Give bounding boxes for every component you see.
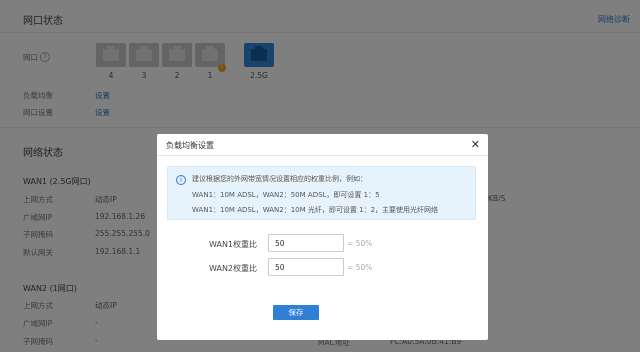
wan2-weight-label: WAN2权重比 <box>209 264 258 273</box>
info-line: 建议根据您的外网带宽情况设置相应的权重比例，例如： <box>192 175 367 183</box>
info-line: WAN1：10M ADSL，WAN2：10M 光纤，即可设置 1：2，主要使用光… <box>192 206 439 214</box>
dialog-title: 负载均衡设置 <box>166 141 214 150</box>
wan1-weight-input[interactable] <box>268 234 344 252</box>
dialog-header: 负载均衡设置 ✕ <box>157 134 488 156</box>
wan2-weight-input[interactable] <box>268 258 344 276</box>
load-balance-dialog: 负载均衡设置 ✕ i 建议根据您的外网带宽情况设置相应的权重比例，例如： WAN… <box>157 134 488 340</box>
wan1-weight-label: WAN1权重比 <box>209 240 258 249</box>
close-icon[interactable]: ✕ <box>471 138 480 151</box>
wan1-weight-percent: = 50% <box>347 239 373 248</box>
wan2-weight-percent: = 50% <box>347 263 373 272</box>
save-button[interactable]: 保存 <box>273 305 319 320</box>
info-line: WAN1：10M ADSL，WAN2：50M ADSL，即可设置 1：5 <box>192 191 380 199</box>
info-icon: i <box>176 175 186 185</box>
info-box: i 建议根据您的外网带宽情况设置相应的权重比例，例如： WAN1：10M ADS… <box>167 166 476 220</box>
